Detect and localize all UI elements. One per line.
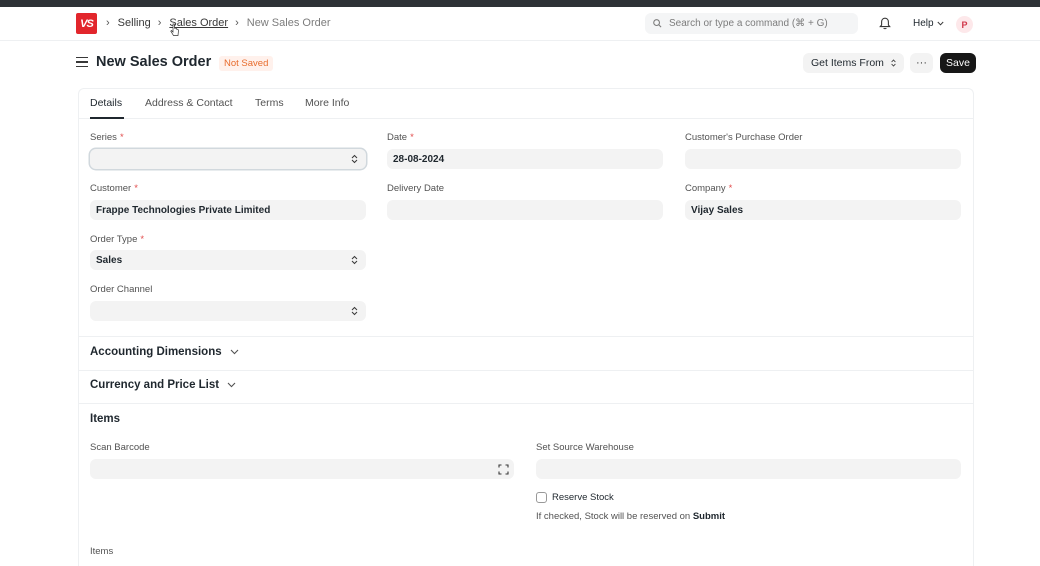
scan-expand-icon[interactable] <box>498 464 509 475</box>
navbar: VS › Selling › Sales Order › New Sales O… <box>0 7 1040 41</box>
browser-top-strip <box>0 0 1040 7</box>
app-logo[interactable]: VS <box>76 13 97 34</box>
section-divider <box>78 336 974 337</box>
items-table-label: Items <box>90 546 114 557</box>
customer-field[interactable]: Frappe Technologies Private Limited <box>90 200 366 220</box>
date-field[interactable]: 28-08-2024 <box>387 149 663 169</box>
help-menu[interactable]: Help <box>913 18 944 29</box>
breadcrumb: › Selling › Sales Order › New Sales Orde… <box>106 17 338 29</box>
search-bar[interactable]: Search or type a command (⌘ + G) <box>645 13 858 34</box>
sidebar-toggle-icon[interactable] <box>76 57 88 68</box>
reserve-stock-help: If checked, Stock will be reserved on Su… <box>536 511 726 522</box>
date-label: Date * <box>387 132 414 143</box>
company-label: Company * <box>685 183 733 194</box>
customer-po-field[interactable] <box>685 149 961 169</box>
reserve-stock-checkbox[interactable] <box>536 492 547 503</box>
section-divider <box>78 370 974 371</box>
series-label: Series * <box>90 132 124 143</box>
order-channel-label: Order Channel <box>90 284 153 295</box>
breadcrumb-current: New Sales Order <box>246 17 331 29</box>
delivery-date-label: Delivery Date <box>387 183 445 194</box>
company-field[interactable]: Vijay Sales <box>685 200 961 220</box>
updown-arrows-icon <box>891 59 896 67</box>
help-label: Help <box>913 18 934 29</box>
scan-barcode-field[interactable] <box>90 459 514 479</box>
section-currency-price-list[interactable]: Currency and Price List <box>90 379 236 391</box>
chevron-down-icon <box>227 382 236 388</box>
avatar[interactable]: P <box>956 16 973 33</box>
order-channel-select[interactable] <box>90 301 366 321</box>
active-tab-indicator <box>90 117 124 119</box>
customer-label: Customer * <box>90 183 138 194</box>
form-tabs: Details Address & Contact Terms More Inf… <box>78 88 974 119</box>
get-items-from-label: Get Items From <box>811 57 884 69</box>
page-title: New Sales Order <box>96 54 212 70</box>
breadcrumb-selling[interactable]: Selling <box>118 17 151 29</box>
section-divider <box>78 403 974 404</box>
chevron-right-icon: › <box>157 17 162 29</box>
delivery-date-field[interactable] <box>387 200 663 220</box>
updown-arrows-icon <box>351 154 358 164</box>
series-select[interactable] <box>90 149 366 169</box>
tab-more-info[interactable]: More Info <box>305 97 349 109</box>
chevron-right-icon: › <box>106 17 110 29</box>
updown-arrows-icon <box>351 306 358 316</box>
source-warehouse-label: Set Source Warehouse <box>536 442 634 453</box>
search-icon <box>653 19 662 28</box>
order-type-label: Order Type * <box>90 234 145 245</box>
chevron-right-icon: › <box>235 17 239 29</box>
reserve-stock-label: Reserve Stock <box>552 492 614 503</box>
customer-po-label: Customer's Purchase Order <box>685 132 803 143</box>
section-items-heading: Items <box>90 413 121 425</box>
chevron-down-icon <box>230 349 239 355</box>
chevron-down-icon <box>937 21 944 26</box>
search-placeholder: Search or type a command (⌘ + G) <box>669 18 828 29</box>
tab-terms[interactable]: Terms <box>255 97 284 109</box>
order-type-select[interactable]: Sales <box>90 250 366 270</box>
status-badge: Not Saved <box>219 56 274 71</box>
scan-barcode-label: Scan Barcode <box>90 442 150 453</box>
section-accounting-dimensions[interactable]: Accounting Dimensions <box>90 346 239 358</box>
source-warehouse-field[interactable] <box>536 459 961 479</box>
bell-icon[interactable] <box>879 17 891 30</box>
mouse-cursor-icon <box>170 23 179 36</box>
get-items-from-button[interactable]: Get Items From <box>803 53 904 73</box>
tab-address-contact[interactable]: Address & Contact <box>145 97 233 109</box>
tab-details[interactable]: Details <box>90 97 122 109</box>
updown-arrows-icon <box>351 255 358 265</box>
save-button[interactable]: Save <box>940 53 976 73</box>
more-actions-button[interactable]: ··· <box>910 53 933 73</box>
